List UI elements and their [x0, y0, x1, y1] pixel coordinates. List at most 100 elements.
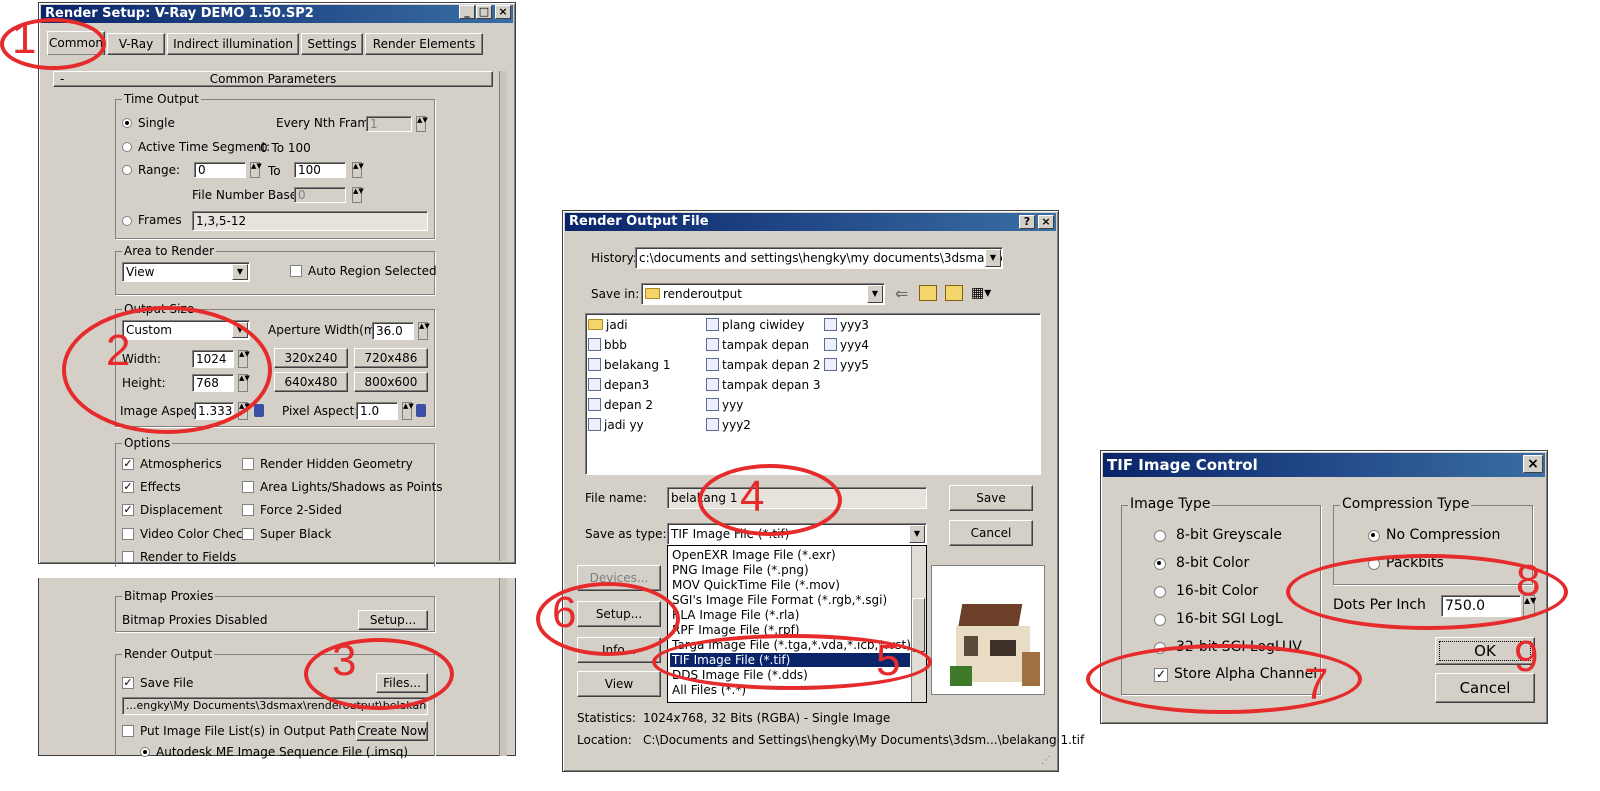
- file-number-base-field[interactable]: 0: [294, 187, 346, 203]
- cancel-button[interactable]: Cancel: [949, 520, 1033, 546]
- effects-checkbox[interactable]: ✓: [122, 481, 134, 493]
- super-black-checkbox[interactable]: [242, 528, 254, 540]
- type-option[interactable]: OpenEXR Image File (*.exr): [672, 548, 836, 562]
- render-fields-checkbox[interactable]: [122, 551, 134, 563]
- lock-icon[interactable]: [254, 404, 264, 417]
- preset-800x600-button[interactable]: 800x600: [354, 372, 428, 392]
- file-item[interactable]: tampak depan: [706, 338, 809, 352]
- file-item[interactable]: bbb: [588, 338, 627, 352]
- dropdown-arrow-icon[interactable]: ▼: [232, 264, 248, 280]
- close-button[interactable]: ×: [1038, 215, 1054, 229]
- help-button[interactable]: ?: [1019, 215, 1035, 229]
- scrollbar[interactable]: [499, 578, 507, 756]
- type-option[interactable]: PNG Image File (*.png): [672, 563, 809, 577]
- aperture-spinner[interactable]: ▲▼: [418, 322, 430, 340]
- tab-indirect-illumination[interactable]: Indirect illumination: [167, 33, 299, 55]
- file-item[interactable]: yyy: [706, 398, 743, 412]
- video-color-checkbox[interactable]: [122, 528, 134, 540]
- close-button[interactable]: ×: [1523, 455, 1543, 473]
- range-from-field[interactable]: 0: [194, 162, 246, 178]
- area-to-render-select[interactable]: View: [122, 262, 250, 282]
- type-option[interactable]: RLA Image File (*.rla): [672, 608, 799, 622]
- type-option[interactable]: MOV QuickTime File (*.mov): [672, 578, 840, 592]
- scrollbar[interactable]: [499, 71, 507, 561]
- file-item[interactable]: depan3: [588, 378, 649, 392]
- group-label: Options: [122, 436, 173, 450]
- file-item[interactable]: yyy4: [824, 338, 869, 352]
- type-option[interactable]: SGI's Image File Format (*.rgb,*.sgi): [672, 593, 887, 607]
- tab-settings[interactable]: Settings: [301, 33, 363, 55]
- range-to-field[interactable]: 100: [294, 162, 346, 178]
- bitmap-proxies-setup-button[interactable]: Setup...: [358, 610, 428, 630]
- pixel-aspect-spinner[interactable]: ▲▼: [402, 402, 414, 420]
- view-menu-icon[interactable]: ▦▾: [971, 285, 991, 301]
- folder-icon: [645, 288, 660, 299]
- history-select[interactable]: c:\documents and settings\hengky\my docu…: [635, 247, 1003, 269]
- every-nth-spinner[interactable]: ▲▼: [416, 116, 428, 132]
- save-button[interactable]: Save: [949, 485, 1033, 511]
- force-2sided-checkbox[interactable]: [242, 504, 254, 516]
- auto-region-checkbox[interactable]: [290, 265, 302, 277]
- 16bit-sgi-radio[interactable]: [1154, 614, 1166, 626]
- tab-render-elements[interactable]: Render Elements: [365, 33, 483, 55]
- frames-field[interactable]: 1,3,5-12: [192, 211, 428, 231]
- range-label: Range:: [138, 163, 181, 177]
- dropdown-arrow-icon[interactable]: ▼: [985, 249, 1001, 267]
- image-file-icon: [588, 418, 601, 431]
- tab-vray[interactable]: V-Ray: [107, 33, 165, 55]
- dropdown-arrow-icon[interactable]: ▼: [909, 525, 925, 543]
- create-now-button[interactable]: Create Now: [356, 721, 428, 741]
- autodesk-me-radio[interactable]: [140, 747, 150, 757]
- displacement-checkbox[interactable]: ✓: [122, 504, 134, 516]
- view-button[interactable]: View: [577, 671, 661, 697]
- resize-grip-icon[interactable]: ⋰: [1041, 755, 1051, 766]
- put-list-checkbox[interactable]: [122, 725, 134, 737]
- group-label: Render Output: [122, 647, 215, 661]
- range-radio[interactable]: [122, 165, 132, 175]
- file-item[interactable]: tampak depan 3: [706, 378, 821, 392]
- dropdown-arrow-icon[interactable]: ▼: [867, 285, 883, 303]
- single-radio[interactable]: [122, 118, 132, 128]
- up-folder-icon[interactable]: [919, 285, 937, 301]
- new-folder-icon[interactable]: [945, 285, 963, 301]
- lock-icon[interactable]: [416, 404, 426, 417]
- title-text: TIF Image Control: [1107, 456, 1258, 474]
- file-item[interactable]: jadi: [588, 318, 628, 332]
- scroll-thumb[interactable]: [912, 598, 925, 652]
- no-compression-radio[interactable]: [1368, 530, 1380, 542]
- preset-720x486-button[interactable]: 720x486: [354, 348, 428, 368]
- 8bit-color-radio[interactable]: [1154, 558, 1166, 570]
- frames-radio[interactable]: [122, 216, 132, 226]
- file-number-base-spinner[interactable]: ▲▼: [352, 187, 364, 203]
- file-item[interactable]: jadi yy: [588, 418, 644, 432]
- aperture-field[interactable]: 36.0: [372, 322, 414, 340]
- preset-640x480-button[interactable]: 640x480: [274, 372, 348, 392]
- range-from-spinner[interactable]: ▲▼: [250, 162, 262, 178]
- file-item[interactable]: yyy5: [824, 358, 869, 372]
- minimize-button[interactable]: _: [459, 5, 475, 19]
- file-item[interactable]: plang ciwidey: [706, 318, 805, 332]
- save-in-select[interactable]: renderoutput: [641, 283, 885, 305]
- area-lights-checkbox[interactable]: [242, 481, 254, 493]
- file-item[interactable]: belakang 1: [588, 358, 670, 372]
- save-file-checkbox[interactable]: ✓: [122, 677, 134, 689]
- render-hidden-checkbox[interactable]: [242, 458, 254, 470]
- pixel-aspect-field[interactable]: 1.0: [356, 402, 398, 420]
- close-button[interactable]: ×: [495, 5, 511, 19]
- active-segment-value: 0 To 100: [260, 141, 311, 155]
- file-item[interactable]: depan 2: [588, 398, 653, 412]
- maximize-button[interactable]: □: [476, 5, 492, 19]
- rollout-common-parameters[interactable]: - Common Parameters: [53, 71, 493, 87]
- atmospherics-checkbox[interactable]: ✓: [122, 458, 134, 470]
- back-arrow-icon[interactable]: ⇐: [895, 284, 908, 303]
- file-item[interactable]: yyy3: [824, 318, 869, 332]
- 16bit-color-radio[interactable]: [1154, 586, 1166, 598]
- range-to-spinner[interactable]: ▲▼: [352, 162, 364, 178]
- file-list[interactable]: jadi bbb belakang 1 depan3 depan 2 jadi …: [585, 313, 1041, 475]
- file-item[interactable]: yyy2: [706, 418, 751, 432]
- active-segment-radio[interactable]: [122, 142, 132, 152]
- greyscale-radio[interactable]: [1154, 530, 1166, 542]
- preset-320x240-button[interactable]: 320x240: [274, 348, 348, 368]
- file-item[interactable]: tampak depan 2: [706, 358, 821, 372]
- every-nth-field[interactable]: 1: [366, 116, 412, 132]
